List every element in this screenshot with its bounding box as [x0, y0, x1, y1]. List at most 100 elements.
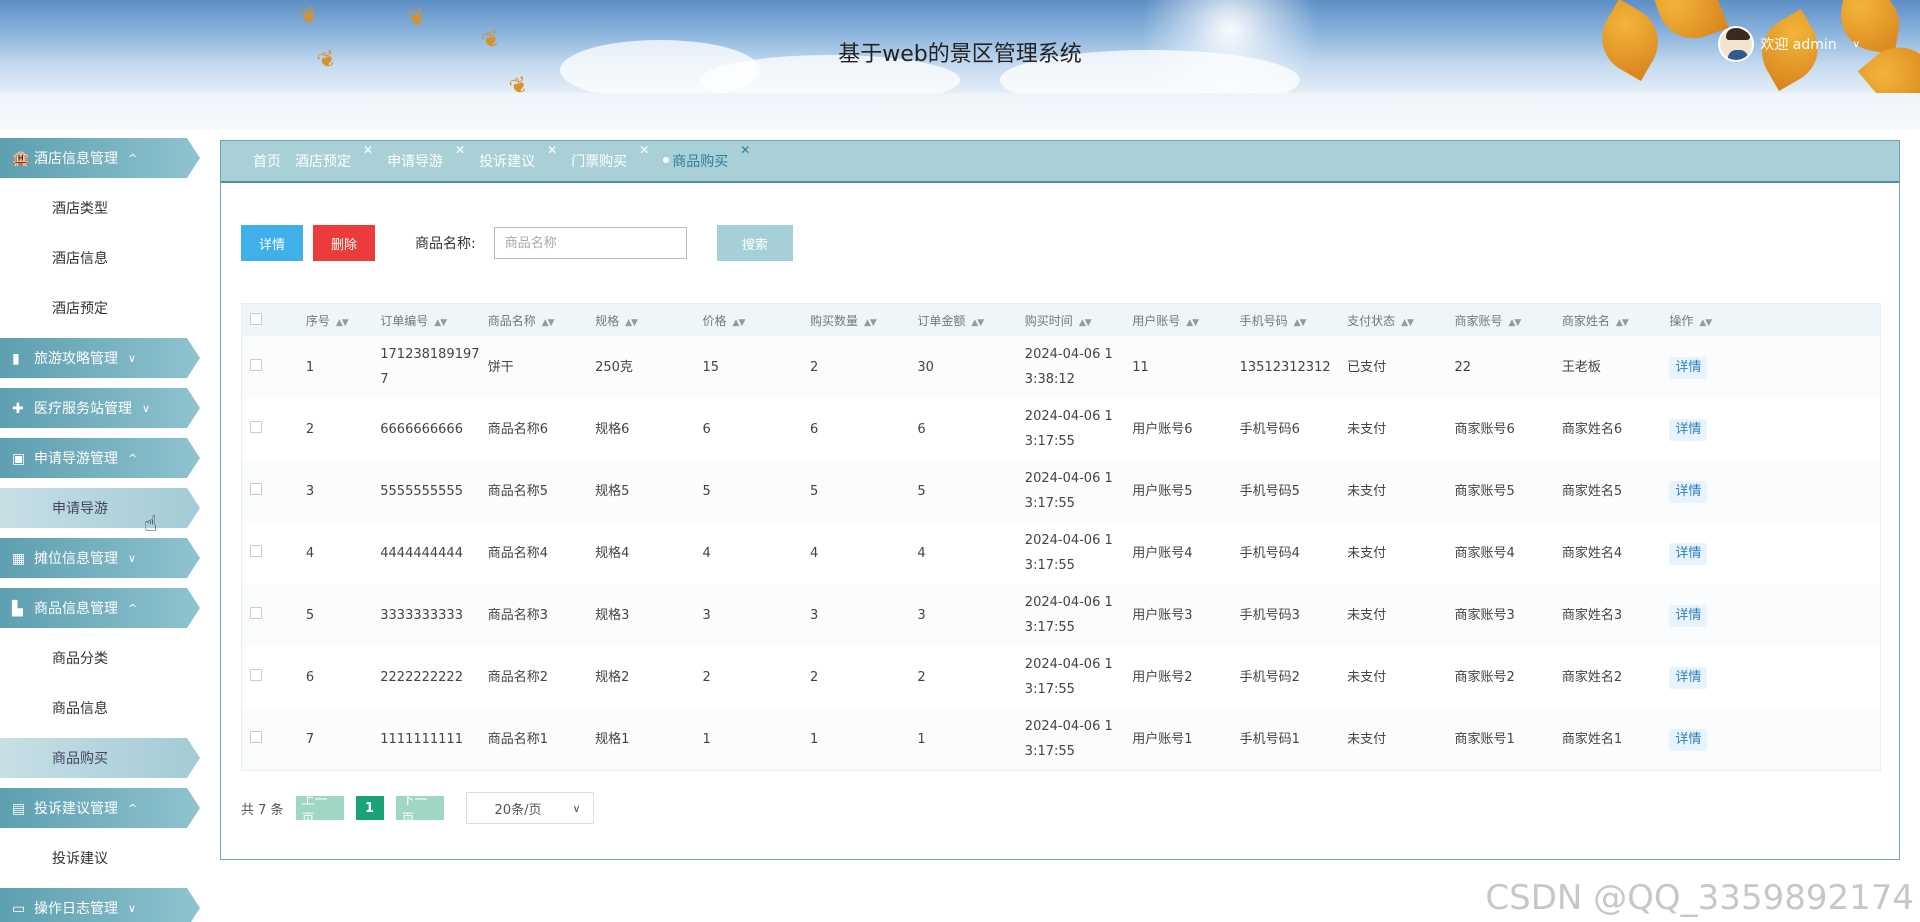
close-icon[interactable]: ✕ — [547, 143, 557, 157]
column-header[interactable]: 订单金额 ▲▼ — [917, 304, 1025, 336]
tab-complaint[interactable]: 投诉建议 ✕ — [479, 143, 557, 171]
menu-group-tour-guide[interactable]: ▣ 申请导游管理 ^ — [0, 438, 200, 478]
sort-icon[interactable]: ▲▼ — [1616, 318, 1629, 328]
close-icon[interactable]: ✕ — [455, 143, 465, 157]
column-header[interactable]: 规格 ▲▼ — [595, 304, 703, 336]
sidebar-item-hotel-booking[interactable]: 酒店预定 — [0, 288, 200, 328]
sort-icon[interactable]: ▲▼ — [1699, 318, 1712, 328]
row-checkbox[interactable] — [242, 522, 306, 584]
sort-icon[interactable]: ▲▼ — [1294, 318, 1307, 328]
page-number-button[interactable]: 1 — [355, 796, 384, 820]
tab-tour-guide[interactable]: 申请导游 ✕ — [387, 143, 465, 171]
column-header[interactable]: 购买数量 ▲▼ — [809, 304, 918, 336]
row-detail-button[interactable]: 详情 — [1669, 728, 1708, 751]
chevron-down-icon: ∨ — [572, 801, 581, 815]
menu-group-complaint[interactable]: ▤ 投诉建议管理 ^ — [0, 788, 200, 828]
row-checkbox[interactable] — [242, 460, 306, 522]
table-row[interactable]: 5 3333333333 商品名称3 规格3 3 3 3 2024-04-06 13:17:5… — [242, 584, 1880, 646]
sort-icon[interactable]: ▲▼ — [1401, 318, 1414, 328]
table-row[interactable]: 6 2222222222 商品名称2 规格2 2 2 2 2024-04-06 13:17:5… — [242, 646, 1880, 708]
table-row[interactable]: 2 6666666666 商品名称6 规格6 6 6 6 2024-04-06 13:17:5… — [242, 398, 1880, 460]
column-header[interactable]: 商品名称 ▲▼ — [487, 304, 596, 336]
menu-group-medical[interactable]: ✚ 医疗服务站管理 ∨ — [0, 388, 200, 428]
row-detail-button[interactable]: 详情 — [1669, 356, 1708, 379]
sidebar-item-goods-category[interactable]: 商品分类 — [0, 638, 200, 678]
sidebar-item-goods-info[interactable]: 商品信息 — [0, 688, 200, 728]
sidebar-item-hotel-type[interactable]: 酒店类型 — [0, 188, 200, 228]
sidebar-item-goods-purchase[interactable]: 商品购买 — [0, 738, 200, 778]
chevron-down-icon: ∨ — [128, 351, 137, 365]
menu-group-log[interactable]: ▭ 操作日志管理 ∨ — [0, 888, 200, 922]
sort-icon[interactable]: ▲▼ — [864, 318, 877, 328]
sidebar-item-complaint[interactable]: 投诉建议 — [0, 838, 200, 878]
row-checkbox[interactable] — [242, 584, 306, 646]
tab-hotel-booking[interactable]: 酒店预定 ✕ — [295, 143, 373, 171]
next-page-button[interactable]: 下一页 — [395, 793, 444, 827]
sort-icon[interactable]: ▲▼ — [971, 318, 984, 328]
menu-group-travel-guide[interactable]: ▮ 旅游攻略管理 ∨ — [0, 338, 200, 378]
close-icon[interactable]: ✕ — [639, 143, 649, 157]
sort-icon[interactable]: ▲▼ — [336, 318, 349, 328]
column-header[interactable]: 价格 ▲▼ — [702, 304, 810, 336]
row-detail-button[interactable]: 详情 — [1669, 418, 1708, 441]
column-header[interactable]: 序号 ▲▼ — [305, 304, 381, 336]
column-header-label: 价格 — [702, 313, 727, 328]
close-icon[interactable]: ✕ — [740, 143, 750, 157]
table-cell: 4 — [702, 545, 711, 561]
column-header[interactable]: 手机号码 ▲▼ — [1239, 304, 1348, 336]
menu-group-hotel[interactable]: 🏨 酒店信息管理 ^ — [0, 138, 200, 178]
tab-goods-purchase[interactable]: 商品购买 ✕ — [663, 143, 750, 171]
row-checkbox[interactable] — [242, 708, 306, 770]
table-cell: 5 — [809, 460, 918, 522]
tab-bar: 首页 酒店预定 ✕ 申请导游 ✕ 投诉建议 ✕ 门票购买 ✕ 商品购买 ✕ — [221, 141, 1899, 183]
table-cell: 未支付 — [1347, 584, 1455, 646]
sort-icon[interactable]: ▲▼ — [1509, 318, 1522, 328]
sidebar-item-tour-guide-apply[interactable]: 申请导游 — [0, 488, 200, 528]
search-button[interactable]: 搜索 — [716, 225, 793, 261]
table-cell: 2 — [917, 669, 926, 685]
table-row[interactable]: 4 4444444444 商品名称4 规格4 4 4 4 2024-04-06 13:17:5… — [242, 522, 1880, 584]
table-row[interactable]: 7 1111111111 商品名称1 规格1 1 1 1 2024-04-06 13:17:5… — [242, 708, 1880, 770]
page-size-select[interactable]: 20条/页 ∨ — [465, 792, 594, 824]
table-cell: 用户账号3 — [1132, 584, 1240, 646]
sidebar-item-hotel-info[interactable]: 酒店信息 — [0, 238, 200, 278]
column-header-label: 用户账号 — [1132, 313, 1181, 328]
row-checkbox[interactable] — [242, 398, 306, 460]
table-row[interactable]: 1 1712381891977 饼干 250克 15 2 30 2024-04-06 13:3… — [242, 336, 1880, 398]
select-all-checkbox[interactable] — [242, 304, 306, 336]
row-detail-button[interactable]: 详情 — [1669, 666, 1708, 689]
menu-group-label: 申请导游管理 — [34, 451, 118, 467]
menu-group-label: 医疗服务站管理 — [34, 401, 132, 417]
column-header[interactable]: 商家姓名 ▲▼ — [1561, 304, 1670, 336]
column-header[interactable]: 商家账号 ▲▼ — [1454, 304, 1562, 336]
column-header[interactable]: 操作 ▲▼ — [1669, 304, 1880, 336]
menu-group-stall[interactable]: ▦ 摊位信息管理 ∨ — [0, 538, 200, 578]
row-checkbox[interactable] — [242, 646, 306, 708]
tab-label: 酒店预定 — [295, 154, 351, 170]
tab-home[interactable]: 首页 — [253, 151, 281, 171]
search-input[interactable] — [493, 227, 687, 259]
sort-icon[interactable]: ▲▼ — [625, 318, 638, 328]
sort-icon[interactable]: ▲▼ — [1186, 318, 1199, 328]
user-menu[interactable]: 欢迎 admin ∨ — [1718, 26, 1860, 62]
menu-group-goods[interactable]: ▙ 商品信息管理 ^ — [0, 588, 200, 628]
column-header[interactable]: 用户账号 ▲▼ — [1132, 304, 1240, 336]
row-detail-button[interactable]: 详情 — [1669, 604, 1708, 627]
column-header[interactable]: 购买时间 ▲▼ — [1024, 304, 1133, 336]
sort-icon[interactable]: ▲▼ — [1079, 318, 1092, 328]
column-header[interactable]: 订单编号 ▲▼ — [380, 304, 488, 336]
column-header[interactable]: 支付状态 ▲▼ — [1347, 304, 1455, 336]
table-cell: 用户账号4 — [1132, 545, 1193, 561]
sort-icon[interactable]: ▲▼ — [733, 318, 746, 328]
row-detail-button[interactable]: 详情 — [1669, 480, 1708, 503]
sort-icon[interactable]: ▲▼ — [542, 318, 555, 328]
tab-ticket-purchase[interactable]: 门票购买 ✕ — [571, 143, 649, 171]
row-checkbox[interactable] — [242, 336, 306, 398]
prev-page-button[interactable]: 上一页 — [295, 793, 344, 827]
delete-button[interactable]: 删除 — [313, 225, 375, 261]
table-row[interactable]: 3 5555555555 商品名称5 规格5 5 5 5 2024-04-06 13:17:5… — [242, 460, 1880, 522]
detail-button[interactable]: 详情 — [241, 225, 303, 261]
sort-icon[interactable]: ▲▼ — [434, 318, 447, 328]
row-detail-button[interactable]: 详情 — [1669, 542, 1708, 565]
close-icon[interactable]: ✕ — [363, 143, 373, 157]
